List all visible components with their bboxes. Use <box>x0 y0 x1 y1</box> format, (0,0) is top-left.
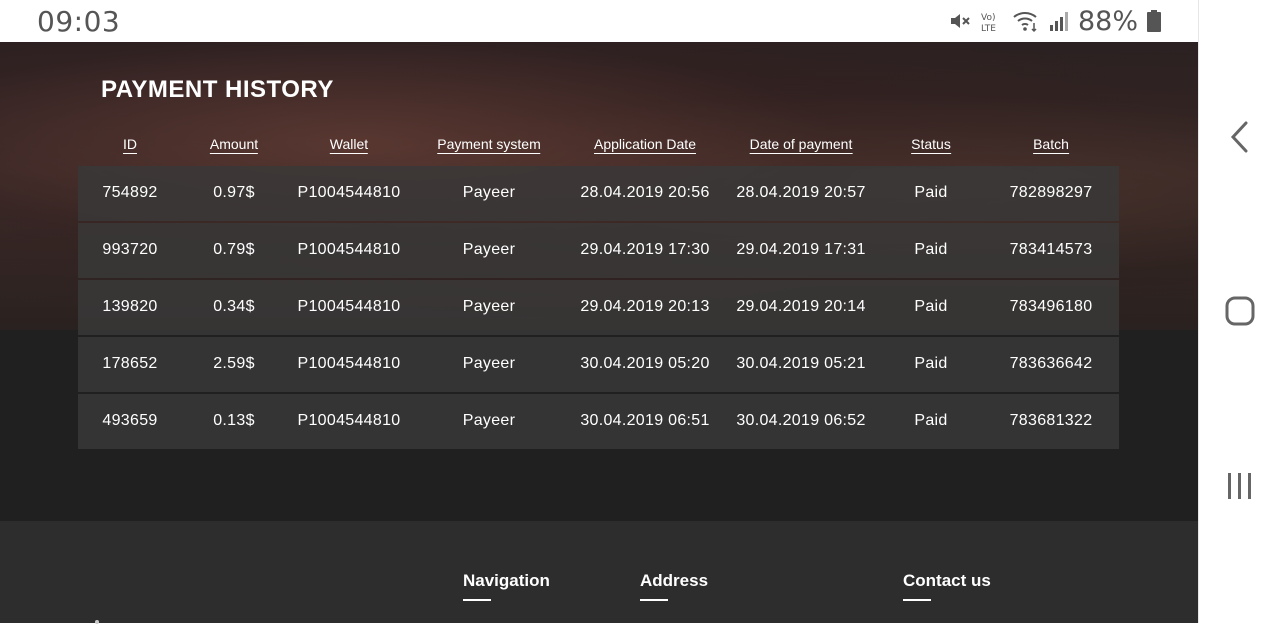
cell-amount: 0.79$ <box>213 241 255 258</box>
cell-wallet: P1004544810 <box>297 355 401 372</box>
recents-icon <box>1225 470 1255 507</box>
cell-batch: 782898297 <box>1009 184 1093 201</box>
table-row: 139820 0.34$ P1004544810 Payeer 29.04.20… <box>78 280 1119 335</box>
cell-id: 754892 <box>102 184 158 201</box>
cell-status: Paid <box>914 241 948 258</box>
column-header-wallet[interactable]: Wallet <box>329 136 369 154</box>
cell-amount: 2.59$ <box>213 355 255 372</box>
cell-payment-system: Payeer <box>462 241 516 258</box>
cell-payment-system: Payeer <box>462 184 516 201</box>
mute-icon <box>948 9 972 33</box>
column-header-payment-system[interactable]: Payment system <box>437 136 541 154</box>
cell-amount: 0.13$ <box>213 412 255 429</box>
cell-status: Paid <box>914 355 948 372</box>
cell-date-of-payment: 28.04.2019 20:57 <box>736 184 866 201</box>
column-header-status[interactable]: Status <box>911 136 951 154</box>
table-row: 993720 0.79$ P1004544810 Payeer 29.04.20… <box>78 223 1119 278</box>
column-header-amount[interactable]: Amount <box>209 136 259 154</box>
cell-date-of-payment: 30.04.2019 06:52 <box>736 412 866 429</box>
back-icon <box>1228 120 1252 159</box>
cell-amount: 0.97$ <box>213 184 255 201</box>
cell-id: 139820 <box>102 298 158 315</box>
battery-icon <box>1146 9 1162 33</box>
cell-batch: 783681322 <box>1009 412 1093 429</box>
table-row: 178652 2.59$ P1004544810 Payeer 30.04.20… <box>78 337 1119 392</box>
svg-text:Vo): Vo) <box>981 13 995 23</box>
cell-application-date: 29.04.2019 20:13 <box>580 298 710 315</box>
svg-text:LTE: LTE <box>981 24 996 33</box>
footer-divider <box>640 599 668 601</box>
volte-icon: Vo) LTE <box>980 9 1004 33</box>
cell-status: Paid <box>914 298 948 315</box>
footer-divider <box>903 599 931 601</box>
cell-payment-system: Payeer <box>462 412 516 429</box>
cell-payment-system: Payeer <box>462 355 516 372</box>
cell-id: 178652 <box>102 355 158 372</box>
column-header-application-date[interactable]: Application Date <box>594 136 696 154</box>
cell-id: 493659 <box>102 412 158 429</box>
cell-status: Paid <box>914 184 948 201</box>
footer-divider <box>463 599 491 601</box>
main-content: PAYMENT HISTORY ID Amount Wallet Payment… <box>0 42 1198 521</box>
cell-wallet: P1004544810 <box>297 241 401 258</box>
column-header-id[interactable]: ID <box>123 136 137 154</box>
home-button[interactable] <box>1199 294 1280 333</box>
signal-icon <box>1048 9 1070 33</box>
table-row: 493659 0.13$ P1004544810 Payeer 30.04.20… <box>78 394 1119 449</box>
cell-wallet: P1004544810 <box>297 412 401 429</box>
back-button[interactable] <box>1199 120 1280 159</box>
cell-id: 993720 <box>102 241 158 258</box>
cell-application-date: 28.04.2019 20:56 <box>580 184 710 201</box>
footer: Navigation Address Contact us <box>0 521 1198 624</box>
cell-application-date: 30.04.2019 05:20 <box>580 355 710 372</box>
page-title: PAYMENT HISTORY <box>101 76 334 103</box>
column-header-date-of-payment[interactable]: Date of payment <box>749 136 853 154</box>
status-bar: 09:03 Vo) LTE 88% <box>0 0 1198 42</box>
cell-application-date: 30.04.2019 06:51 <box>580 412 710 429</box>
status-icons: Vo) LTE 88% <box>948 5 1162 37</box>
recents-button[interactable] <box>1199 470 1280 507</box>
status-time: 09:03 <box>37 5 121 38</box>
cell-batch: 783414573 <box>1009 241 1093 258</box>
cell-status: Paid <box>914 412 948 429</box>
cell-payment-system: Payeer <box>462 298 516 315</box>
footer-navigation-heading: Navigation <box>463 571 550 590</box>
table-row: 754892 0.97$ P1004544810 Payeer 28.04.20… <box>78 166 1119 221</box>
footer-contact-heading: Contact us <box>903 571 991 590</box>
battery-percent: 88% <box>1077 5 1138 37</box>
cell-amount: 0.34$ <box>213 298 255 315</box>
cell-date-of-payment: 29.04.2019 17:31 <box>736 241 866 258</box>
cell-batch: 783496180 <box>1009 298 1093 315</box>
cell-date-of-payment: 29.04.2019 20:14 <box>736 298 866 315</box>
cell-date-of-payment: 30.04.2019 05:21 <box>736 355 866 372</box>
cell-application-date: 29.04.2019 17:30 <box>580 241 710 258</box>
footer-address-heading: Address <box>640 571 709 590</box>
cell-batch: 783636642 <box>1009 355 1093 372</box>
wifi-icon <box>1012 9 1040 33</box>
cell-wallet: P1004544810 <box>297 298 401 315</box>
footer-bullet <box>95 620 99 624</box>
home-icon <box>1224 294 1256 333</box>
payment-table-body: 754892 0.97$ P1004544810 Payeer 28.04.20… <box>78 166 1119 451</box>
column-header-batch[interactable]: Batch <box>1033 136 1069 154</box>
cell-wallet: P1004544810 <box>297 184 401 201</box>
system-nav-bar <box>1198 0 1280 623</box>
table-header: ID Amount Wallet Payment system Applicat… <box>78 136 1119 160</box>
